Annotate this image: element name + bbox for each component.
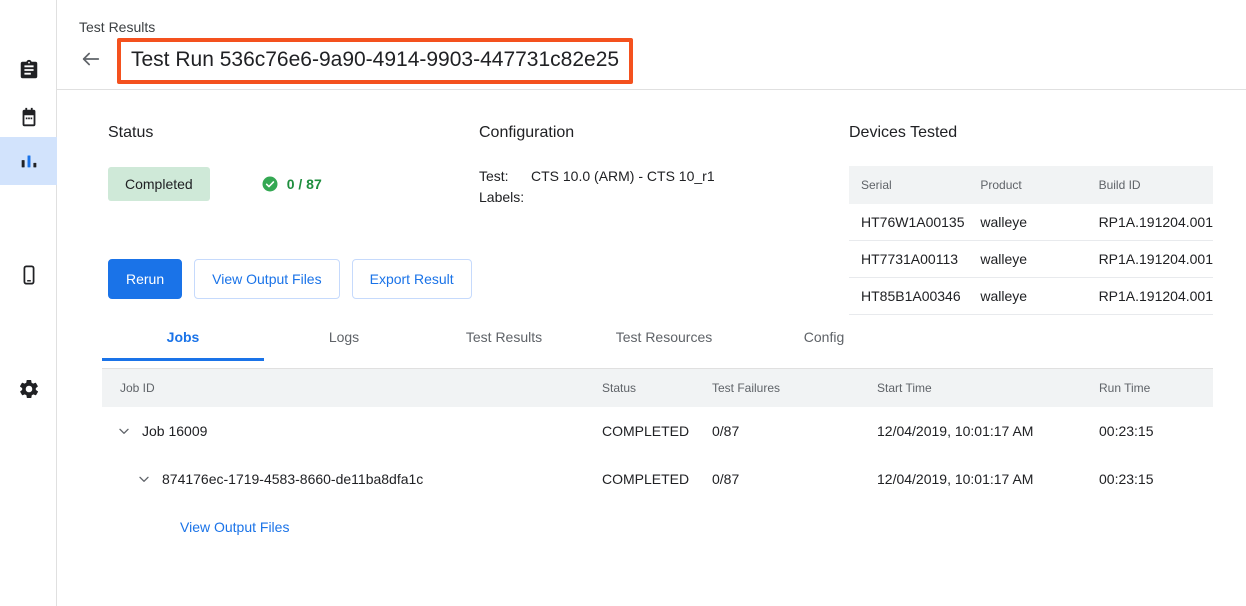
jobs-col-test-failures: Test Failures <box>712 381 877 395</box>
phone-icon <box>18 264 40 286</box>
devices-heading: Devices Tested <box>849 122 1213 144</box>
table-row: HT85B1A00346 walleye RP1A.191204.001 <box>849 278 1213 315</box>
configuration-row: Labels: <box>479 187 839 208</box>
devices-col-product: Product <box>968 166 1086 204</box>
device-product: walleye <box>968 278 1086 315</box>
tab-bar: Jobs Logs Test Results Test Resources Co… <box>102 328 1213 369</box>
device-serial: HT85B1A00346 <box>849 278 968 315</box>
configuration-heading: Configuration <box>479 122 839 144</box>
breadcrumb: Test Results <box>79 17 155 37</box>
clipboard-icon <box>18 59 40 81</box>
configuration-row: Test: CTS 10.0 (ARM) - CTS 10_r1 <box>479 166 839 187</box>
attempt-status: COMPLETED <box>602 471 712 487</box>
failure-count: 0 / 87 <box>287 175 322 193</box>
tab-label: Test Resources <box>584 328 744 346</box>
job-start-time: 12/04/2019, 10:01:17 AM <box>877 423 1099 439</box>
configuration-key: Test: <box>479 166 531 187</box>
devices-col-build-id: Build ID <box>1087 166 1213 204</box>
export-result-button[interactable]: Export Result <box>352 259 472 299</box>
devices-table: Serial Product Build ID HT76W1A00135 wal… <box>849 166 1213 315</box>
device-build-id: RP1A.191204.001 <box>1087 241 1213 278</box>
arrow-left-icon <box>80 48 102 75</box>
device-build-id: RP1A.191204.001 <box>1087 204 1213 241</box>
status-heading: Status <box>108 122 468 144</box>
device-product: walleye <box>968 241 1086 278</box>
tab-label: Test Results <box>424 328 584 346</box>
sidebar-item-test-suites[interactable] <box>0 46 57 94</box>
page-title-highlight: Test Run 536c76e6-9a90-4914-9903-447731c… <box>117 38 633 84</box>
devices-header-row: Serial Product Build ID <box>849 166 1213 204</box>
page-title: Test Run 536c76e6-9a90-4914-9903-447731c… <box>131 47 619 73</box>
job-run-time: 00:23:15 <box>1099 423 1209 439</box>
devices-table-body: HT76W1A00135 walleye RP1A.191204.001 HT7… <box>849 204 1213 315</box>
device-build-id: RP1A.191204.001 <box>1087 278 1213 315</box>
table-row: HT76W1A00135 walleye RP1A.191204.001 <box>849 204 1213 241</box>
tab-label: Jobs <box>102 328 264 346</box>
job-test-failures: 0/87 <box>712 423 877 439</box>
devices-column: Devices Tested Serial Product Build ID H… <box>849 122 1213 315</box>
jobs-col-job-id: Job ID <box>102 381 602 395</box>
action-buttons: Rerun View Output Files Export Result <box>108 259 468 299</box>
attempt-test-failures: 0/87 <box>712 471 877 487</box>
header-divider <box>57 89 1246 90</box>
back-button[interactable] <box>79 49 103 73</box>
tab-label: Config <box>744 328 904 346</box>
rerun-button[interactable]: Rerun <box>108 259 182 299</box>
app-root: Test Results Test Run 536c76e6-9a90-4914… <box>0 0 1246 606</box>
chevron-down-icon[interactable] <box>114 421 134 441</box>
device-serial: HT76W1A00135 <box>849 204 968 241</box>
configuration-table: Test: CTS 10.0 (ARM) - CTS 10_r1 Labels: <box>479 166 839 208</box>
tab-logs[interactable]: Logs <box>264 328 424 360</box>
job-id-cell: Job 16009 <box>102 421 602 441</box>
failure-count-wrap: 0 / 87 <box>261 175 322 193</box>
check-circle-icon <box>261 175 279 193</box>
chevron-down-icon[interactable] <box>134 469 154 489</box>
tab-test-resources[interactable]: Test Resources <box>584 328 744 360</box>
sidebar-item-settings[interactable] <box>0 365 57 413</box>
sidebar-item-test-results[interactable] <box>0 137 57 185</box>
tab-test-results[interactable]: Test Results <box>424 328 584 360</box>
status-column: Status Completed 0 / 87 Rerun <box>108 122 468 299</box>
main-content: Test Results Test Run 536c76e6-9a90-4914… <box>57 0 1246 606</box>
status-row: Completed 0 / 87 <box>108 167 468 201</box>
status-badge: Completed <box>108 167 210 201</box>
bar-chart-icon <box>18 150 40 172</box>
info-section: Status Completed 0 / 87 Rerun <box>57 110 1246 310</box>
configuration-value: CTS 10.0 (ARM) - CTS 10_r1 <box>531 166 715 187</box>
attempt-id-label: 874176ec-1719-4583-8660-de11ba8dfa1c <box>162 471 423 487</box>
sidebar-item-test-plans[interactable] <box>0 94 57 142</box>
calendar-icon <box>18 107 40 129</box>
devices-table-head: Serial Product Build ID <box>849 166 1213 204</box>
table-row[interactable]: 874176ec-1719-4583-8660-de11ba8dfa1c COM… <box>102 455 1213 503</box>
tab-label: Logs <box>264 328 424 346</box>
gear-icon <box>18 378 40 400</box>
device-product: walleye <box>968 204 1086 241</box>
configuration-key: Labels: <box>479 187 531 208</box>
jobs-table: Job ID Status Test Failures Start Time R… <box>102 369 1213 551</box>
table-row: HT7731A00113 walleye RP1A.191204.001 <box>849 241 1213 278</box>
tab-config[interactable]: Config <box>744 328 904 360</box>
jobs-col-status: Status <box>602 381 712 395</box>
tab-jobs[interactable]: Jobs <box>102 328 264 360</box>
attempt-start-time: 12/04/2019, 10:01:17 AM <box>877 471 1099 487</box>
job-status: COMPLETED <box>602 423 712 439</box>
job-id-label: Job 16009 <box>142 423 207 439</box>
attempt-run-time: 00:23:15 <box>1099 471 1209 487</box>
view-output-files-link[interactable]: View Output Files <box>180 518 289 536</box>
table-row[interactable]: Job 16009 COMPLETED 0/87 12/04/2019, 10:… <box>102 407 1213 455</box>
devices-col-serial: Serial <box>849 166 968 204</box>
jobs-col-run-time: Run Time <box>1099 381 1209 395</box>
device-serial: HT7731A00113 <box>849 241 968 278</box>
attempt-output-row: View Output Files <box>102 503 1213 551</box>
jobs-col-start-time: Start Time <box>877 381 1099 395</box>
attempt-id-cell: 874176ec-1719-4583-8660-de11ba8dfa1c <box>102 469 602 489</box>
configuration-column: Configuration Test: CTS 10.0 (ARM) - CTS… <box>479 122 839 208</box>
jobs-table-header: Job ID Status Test Failures Start Time R… <box>102 369 1213 407</box>
sidebar-item-devices[interactable] <box>0 251 57 299</box>
view-output-files-button[interactable]: View Output Files <box>194 259 339 299</box>
title-row: Test Run 536c76e6-9a90-4914-9903-447731c… <box>79 38 633 84</box>
sidebar <box>0 0 57 606</box>
